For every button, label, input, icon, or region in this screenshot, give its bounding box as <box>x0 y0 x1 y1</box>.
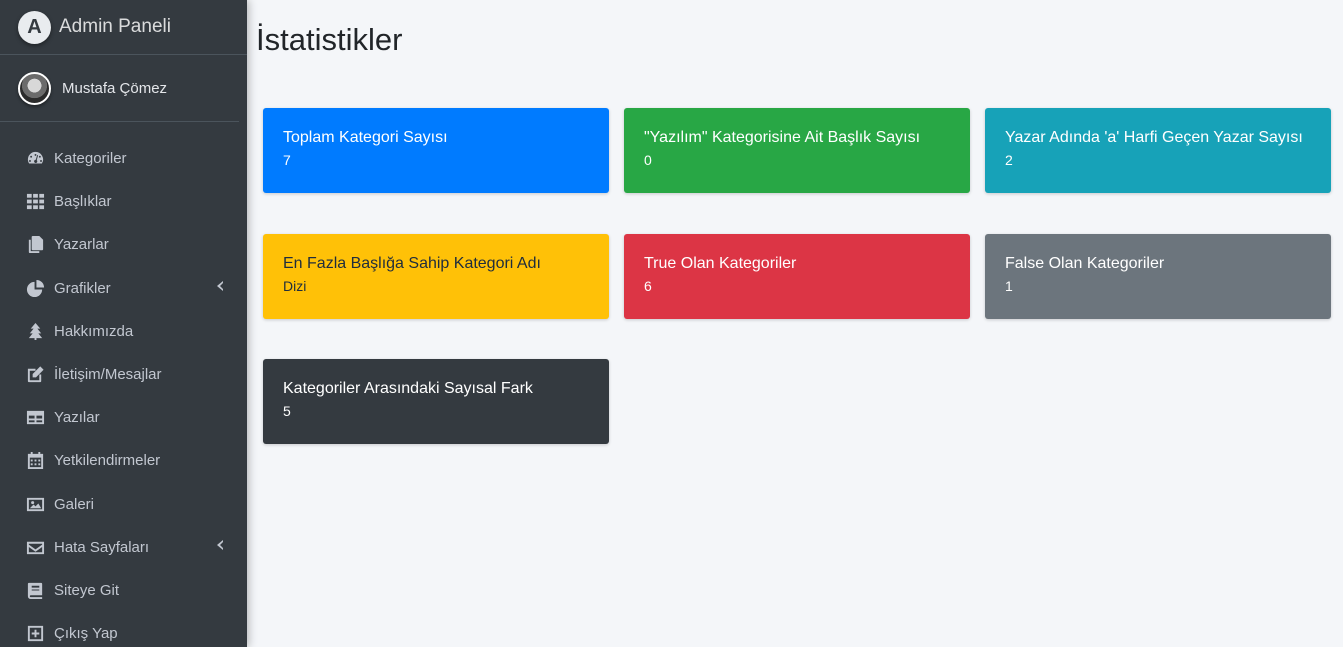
stat-card-title: Kategoriler Arasındaki Sayısal Fark <box>283 380 533 397</box>
envelope-icon <box>25 537 45 557</box>
grid-icon <box>25 192 45 212</box>
edit-icon <box>25 365 45 385</box>
stat-card-title: Yazar Adında 'a' Harfi Geçen Yazar Sayıs… <box>1005 129 1303 146</box>
pie-chart-icon <box>25 278 45 298</box>
sidebar-item-label: Çıkış Yap <box>54 625 118 643</box>
stat-card-total-categories[interactable]: Toplam Kategori Sayısı 7 <box>263 108 609 193</box>
sidebar: A Admin Paneli Mustafa Çömez Kategoriler… <box>0 0 247 647</box>
stat-card-title: "Yazılım" Kategorisine Ait Başlık Sayısı <box>644 129 921 146</box>
sidebar-item-hakkimizda[interactable]: Hakkımızda <box>0 310 247 353</box>
dashboard-icon <box>25 149 45 169</box>
stat-card-value: Dizi <box>283 278 307 294</box>
chevron-left-icon[interactable] <box>215 538 225 556</box>
avatar <box>18 71 51 105</box>
stat-card-title: En Fazla Başlığa Sahip Kategori Adı <box>283 255 541 272</box>
stat-card-software-titles[interactable]: "Yazılım" Kategorisine Ait Başlık Sayısı… <box>624 108 970 193</box>
stat-card-value: 6 <box>644 278 652 294</box>
brand-link[interactable]: A Admin Paneli <box>0 0 247 55</box>
main-content: İstatistikler Toplam Kategori Sayısı 7 "… <box>247 0 1343 647</box>
sidebar-item-label: Başlıklar <box>54 193 112 211</box>
stat-card-top-category[interactable]: En Fazla Başlığa Sahip Kategori Adı Dizi <box>263 234 609 319</box>
stat-card-title: Toplam Kategori Sayısı <box>283 129 448 146</box>
image-icon <box>25 494 45 514</box>
sidebar-item-yetkilendirmeler[interactable]: Yetkilendirmeler <box>0 439 247 482</box>
stat-card-value: 5 <box>283 403 291 419</box>
sidebar-item-yazilar[interactable]: Yazılar <box>0 396 247 439</box>
sidebar-item-label: Galeri <box>54 495 95 513</box>
stat-card-title: True Olan Kategoriler <box>644 255 797 272</box>
tree-icon <box>25 321 45 341</box>
stat-card-value: 1 <box>1005 278 1013 294</box>
sidebar-item-label: Grafikler <box>54 279 111 297</box>
sidebar-item-label: İletişim/Mesajlar <box>54 366 162 384</box>
sidebar-item-label: Yazılar <box>54 409 100 427</box>
book-icon <box>25 580 45 600</box>
sidebar-item-kategoriler[interactable]: Kategoriler <box>0 137 247 180</box>
sidebar-item-siteye-git[interactable]: Siteye Git <box>0 569 247 612</box>
page-title: İstatistikler <box>256 22 403 57</box>
sidebar-item-basliklar[interactable]: Başlıklar <box>0 180 247 223</box>
stat-card-authors-with-a[interactable]: Yazar Adında 'a' Harfi Geçen Yazar Sayıs… <box>985 108 1331 193</box>
stat-card-true-categories[interactable]: True Olan Kategoriler 6 <box>624 234 970 319</box>
sidebar-item-label: Hakkımızda <box>54 322 134 340</box>
user-panel[interactable]: Mustafa Çömez <box>0 55 239 122</box>
table-icon <box>25 408 45 428</box>
brand-logo: A <box>18 10 51 44</box>
sidebar-item-hata-sayfalari[interactable]: Hata Sayfaları <box>0 526 247 569</box>
sidebar-nav: Kategoriler Başlıklar Yazarlar Grafikler <box>0 122 247 647</box>
sidebar-item-grafikler[interactable]: Grafikler <box>0 267 247 310</box>
sidebar-item-iletisim-mesajlar[interactable]: İletişim/Mesajlar <box>0 353 247 396</box>
copy-icon <box>25 235 45 255</box>
sidebar-item-label: Yetkilendirmeler <box>54 452 161 470</box>
chevron-left-icon[interactable] <box>215 279 225 297</box>
stat-card-title: False Olan Kategoriler <box>1005 255 1165 272</box>
stat-card-value: 0 <box>644 152 652 168</box>
sidebar-item-galeri[interactable]: Galeri <box>0 483 247 526</box>
stat-card-value: 2 <box>1005 152 1013 168</box>
calendar-icon <box>25 451 45 471</box>
brand-title: Admin Paneli <box>59 16 171 37</box>
sidebar-item-yazarlar[interactable]: Yazarlar <box>0 223 247 266</box>
stat-card-value: 7 <box>283 152 291 168</box>
sidebar-item-label: Siteye Git <box>54 581 120 599</box>
sidebar-item-cikis-yap[interactable]: Çıkış Yap <box>0 612 247 647</box>
user-name[interactable]: Mustafa Çömez <box>62 80 167 97</box>
sidebar-item-label: Kategoriler <box>54 150 127 168</box>
stat-card-false-categories[interactable]: False Olan Kategoriler 1 <box>985 234 1331 319</box>
sidebar-item-label: Hata Sayfaları <box>54 538 150 556</box>
sidebar-item-label: Yazarlar <box>54 236 109 254</box>
stat-card-category-difference[interactable]: Kategoriler Arasındaki Sayısal Fark 5 <box>263 359 609 444</box>
plus-square-icon <box>25 624 45 644</box>
